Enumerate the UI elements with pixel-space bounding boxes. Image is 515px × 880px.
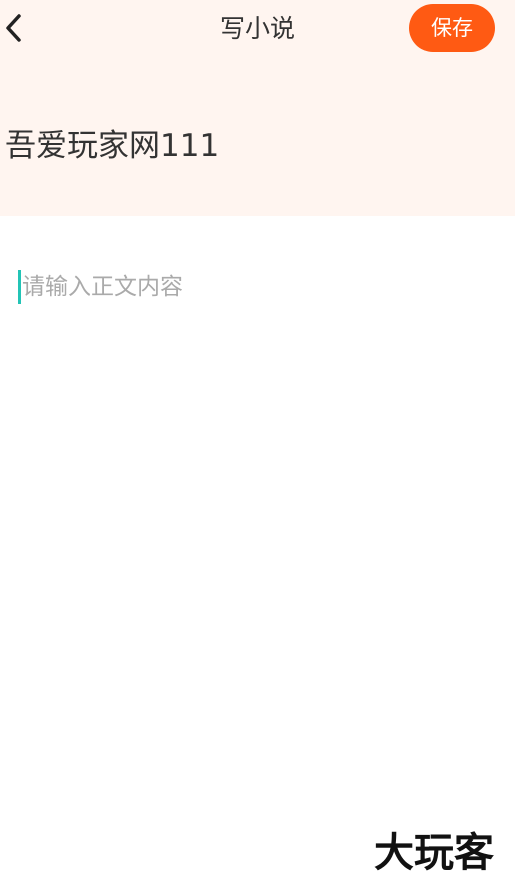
svg-text:大玩客: 大玩客 bbox=[374, 830, 494, 874]
watermark-logo: 大玩客 bbox=[374, 830, 494, 874]
novel-title-input[interactable]: 吾爱玩家网111 bbox=[5, 124, 505, 168]
content-placeholder: 请输入正文内容 bbox=[22, 274, 183, 300]
save-button[interactable]: 保存 bbox=[409, 4, 495, 52]
content-editor[interactable]: 请输入正文内容 bbox=[0, 216, 515, 806]
text-caret bbox=[18, 270, 21, 304]
header-bar: 写小说 保存 吾爱玩家网111 bbox=[0, 0, 515, 216]
